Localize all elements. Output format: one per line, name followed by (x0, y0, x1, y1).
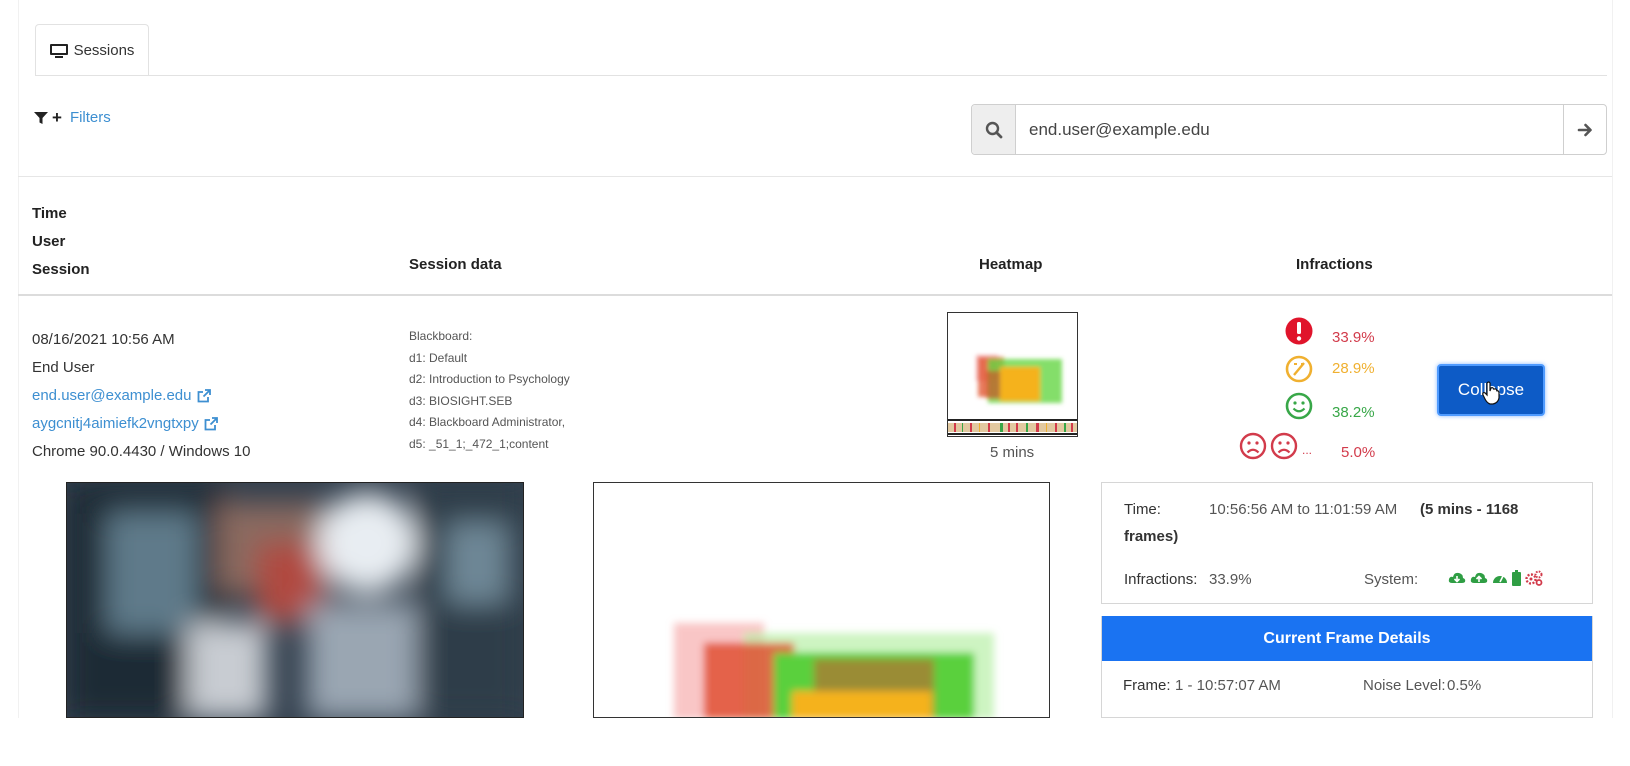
column-header-heatmap: Heatmap (979, 256, 1043, 273)
hand-cursor-icon (1482, 381, 1500, 405)
column-header-time: Time (32, 205, 67, 222)
column-header-infractions: Infractions (1296, 256, 1373, 273)
search-bar (971, 104, 1607, 155)
session-data-line: d3: BIOSIGHT.SEB (409, 393, 513, 408)
search-submit-button[interactable] (1563, 105, 1606, 154)
time-summary-line2: frames) (1124, 528, 1179, 545)
frame-label: Frame: (1123, 677, 1171, 694)
sessions-page: Sessions + Filters Time User Session Ses… (0, 0, 1630, 766)
session-summary-panel: Time: 10:56:56 AM to 11:01:59 AM (5 mins… (1101, 482, 1593, 604)
session-data-line: d5: _51_1;_472_1;content (409, 436, 549, 451)
alert-icon (1285, 317, 1313, 345)
gauge-icon (1493, 575, 1507, 583)
frame-value: 1 - 10:57:07 AM (1175, 677, 1281, 694)
session-user-name: End User (32, 359, 95, 376)
arrow-right-icon (1577, 123, 1592, 136)
cloud-download-icon (1448, 572, 1466, 583)
current-frame-panel: Current Frame Details Frame: 1 - 10:57:0… (1101, 616, 1593, 718)
user-email-text: end.user@example.edu (32, 387, 192, 404)
heatmap-duration: 5 mins (990, 444, 1035, 461)
heatmap-image (948, 355, 1077, 435)
session-id-link[interactable]: aygcnitj4aimiefk2vngtxpy (32, 410, 250, 438)
infraction-ok-value: 38.2% (1332, 404, 1375, 421)
noise-level-label: Noise Level: (1363, 677, 1446, 694)
frown-icon (1239, 432, 1267, 460)
filters-toggle[interactable]: + Filters (34, 109, 111, 126)
monitor-icon (49, 43, 68, 58)
header-divider (18, 176, 1612, 177)
external-link-icon (204, 417, 218, 431)
session-data-line: d4: Blackboard Administrator, (409, 415, 566, 429)
search-icon (972, 105, 1016, 154)
neutral-face-icon (1285, 355, 1313, 383)
infraction-warning-value: 28.9% (1332, 360, 1375, 377)
infraction-alert-value: 33.9% (1332, 329, 1375, 346)
column-header-user: User (32, 233, 66, 250)
frown-icon (1270, 432, 1298, 460)
heatmap-timeline-strip (948, 423, 1077, 432)
infraction-multiple-ellipsis: ... (1302, 443, 1313, 457)
session-data-line: d2: Introduction to Psychology (409, 372, 570, 386)
table-header-divider (18, 294, 1612, 296)
bottom-edge (0, 718, 1630, 766)
tab-divider (35, 75, 1607, 76)
tab-sessions-label: Sessions (73, 42, 135, 59)
tab-sessions[interactable]: Sessions (35, 24, 149, 76)
user-email-link[interactable]: end.user@example.edu (32, 382, 250, 410)
session-id-text: aygcnitj4aimiefk2vngtxpy (32, 415, 199, 432)
battery-icon (1512, 570, 1521, 586)
time-range: 10:56:56 AM to 11:01:59 AM (1209, 501, 1398, 518)
plus-icon: + (52, 108, 62, 127)
table-row: 08/16/2021 10:56 AM End User end.user@ex… (32, 326, 250, 466)
infractions-value: 33.9% (1209, 571, 1252, 588)
session-datetime: 08/16/2021 10:56 AM (32, 331, 175, 348)
session-data: Blackboard: d1: Default d2: Introduction… (409, 326, 570, 455)
system-status-icons (1448, 570, 1543, 586)
left-border (18, 0, 19, 740)
search-input[interactable] (1016, 105, 1563, 154)
external-link-icon (197, 389, 211, 403)
current-frame-title: Current Frame Details (1102, 616, 1592, 661)
session-data-line: Blackboard: (409, 329, 473, 343)
session-data-line: d1: Default (409, 350, 468, 365)
column-header-session-data: Session data (409, 256, 502, 273)
noise-level-value: 0.5% (1447, 677, 1482, 694)
frame-heatmap-image (593, 482, 1050, 718)
right-border (1612, 0, 1613, 740)
funnel-icon (34, 111, 48, 125)
gears-icon (1525, 570, 1543, 586)
webcam-frame-image (66, 482, 524, 718)
client-info: Chrome 90.0.4430 / Windows 10 (32, 443, 251, 460)
infractions-label: Infractions: (1124, 571, 1198, 588)
time-summary-line1: (5 mins - 1168 (1420, 501, 1519, 518)
smile-icon (1285, 392, 1313, 420)
heatmap-thumbnail[interactable] (947, 312, 1078, 437)
column-header-session: Session (32, 261, 90, 278)
time-label: Time: (1124, 501, 1161, 518)
column-header-time-user-session: Time User Session (32, 200, 90, 284)
cloud-upload-icon (1470, 572, 1488, 583)
filters-link[interactable]: Filters (70, 109, 111, 126)
system-label: System: (1364, 571, 1419, 588)
infraction-multiple-value: 5.0% (1341, 444, 1376, 461)
